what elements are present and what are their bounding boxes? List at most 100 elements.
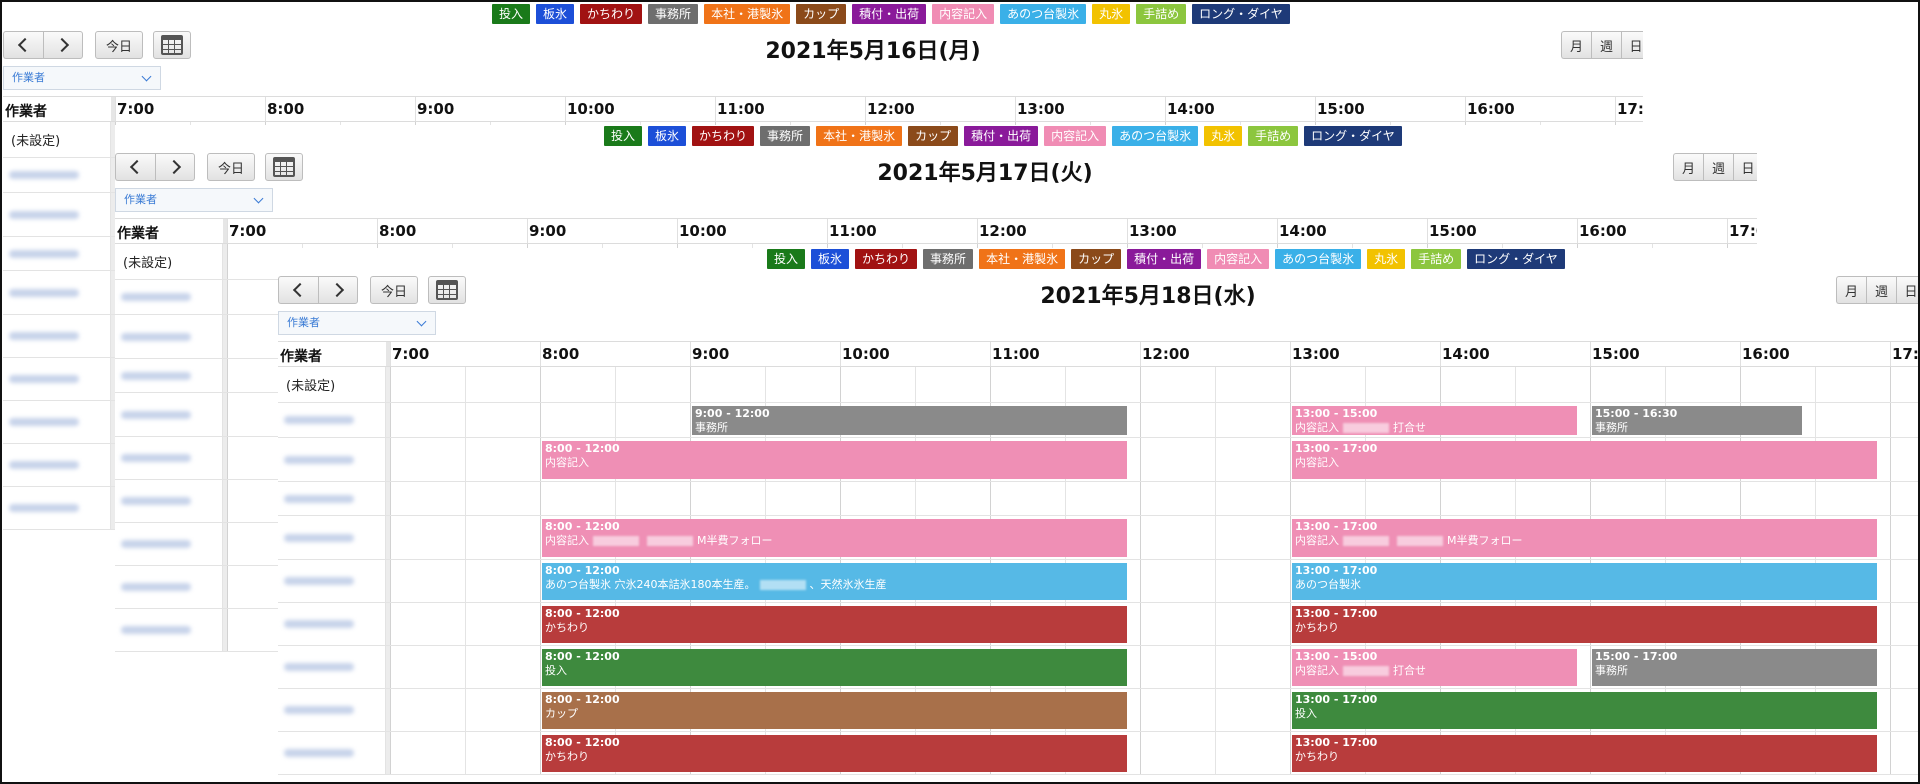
date-title: 2021年5月16日(月) (765, 39, 981, 64)
redacted-worker-name (121, 626, 191, 634)
hour-label: 15:00 (1429, 222, 1477, 240)
grid-line (1140, 438, 1141, 481)
resource-type-value: 作業者 (124, 193, 157, 206)
grid-line (390, 367, 391, 402)
prev-day-button[interactable] (115, 153, 155, 181)
schedule-event[interactable]: 13:00 - 17:00 内容記入 (1292, 441, 1877, 479)
resource-column-header: 作業者 (5, 104, 47, 120)
schedule-event[interactable]: 13:00 - 17:00 かちわり (1292, 606, 1877, 643)
schedule-event[interactable]: 13:00 - 15:00 内容記入 打合せ (1292, 406, 1577, 435)
view-button[interactable]: 月 (1673, 153, 1703, 181)
grid-line (1290, 560, 1291, 602)
schedule-event[interactable]: 13:00 - 17:00 内容記入 M半費フォロー (1292, 519, 1877, 557)
timeline-header: 作業者 7:00 8:00 9:00 10:00 11:00 12:00 13:00 14:0… (278, 341, 1920, 367)
schedule-event[interactable]: 8:00 - 12:00 かちわり (542, 735, 1127, 772)
event-description: カップ (545, 707, 578, 720)
chevron-right-icon (54, 37, 69, 53)
legend-chip: かちわり (580, 4, 643, 24)
next-day-button[interactable] (155, 153, 195, 181)
grid-line (1140, 482, 1141, 515)
grid-line (540, 689, 541, 731)
grid-line (540, 732, 541, 774)
redacted-text (1343, 536, 1389, 546)
hour-divider (865, 97, 866, 121)
event-description: かちわり (1295, 750, 1339, 763)
schedule-event[interactable]: 8:00 - 12:00 かちわり (542, 606, 1127, 643)
timeline-header: 作業者 7:00 8:00 9:00 10:00 11:00 12:00 13:00 14:0… (115, 218, 1757, 244)
event-note: M半費フォロー (697, 534, 773, 547)
hour-label: 8:00 (267, 100, 305, 118)
today-button[interactable]: 今日 (207, 153, 256, 181)
schedule-event[interactable]: 13:00 - 17:00 投入 (1292, 692, 1877, 729)
resource-type-select[interactable]: 作業者 (3, 66, 161, 90)
view-button[interactable]: 月 (1561, 31, 1591, 59)
event-time: 13:00 - 17:00 (1295, 442, 1378, 455)
view-button[interactable]: 日 (1896, 276, 1920, 304)
schedule-event[interactable]: 8:00 - 12:00 カップ (542, 692, 1127, 729)
chevron-left-icon (129, 159, 145, 175)
event-time: 13:00 - 17:00 (1295, 736, 1378, 749)
grid-line (765, 482, 766, 515)
grid-line (1890, 689, 1891, 731)
view-button[interactable]: 日 (1621, 31, 1643, 59)
redacted-worker-name (121, 371, 191, 380)
event-description: かちわり (1295, 621, 1339, 634)
date-picker-button[interactable] (153, 31, 192, 59)
resource-cell (3, 358, 111, 400)
schedule-event[interactable]: 13:00 - 17:00 あのつ台製氷 (1292, 563, 1877, 600)
resource-type-select[interactable]: 作業者 (115, 188, 273, 212)
view-button[interactable]: 週 (1866, 276, 1896, 304)
legend-chip: かちわり (692, 126, 755, 146)
redacted-worker-name (9, 249, 79, 258)
legend-chip: あのつ台製氷 (1000, 4, 1087, 24)
redacted-worker-name (284, 620, 354, 628)
grid-line (1215, 732, 1216, 774)
view-button[interactable]: 日 (1733, 153, 1757, 181)
resource-type-select[interactable]: 作業者 (278, 311, 436, 335)
chevron-right-icon (166, 159, 181, 175)
hour-divider (1890, 342, 1891, 366)
date-picker-button[interactable] (428, 276, 467, 304)
schedule-event[interactable]: 8:00 - 12:00 あのつ台製氷 穴氷240本詰氷180本生産。 、天然氷氷生… (542, 563, 1127, 600)
schedule-event[interactable]: 8:00 - 12:00 投入 (542, 649, 1127, 686)
schedule-event[interactable]: 8:00 - 12:00 内容記入 M半費フォロー (542, 519, 1127, 557)
view-button[interactable]: 月 (1836, 276, 1866, 304)
view-button[interactable]: 週 (1591, 31, 1621, 59)
schedule-event[interactable]: 13:00 - 15:00 内容記入 打合せ (1292, 649, 1577, 686)
next-day-button[interactable] (318, 276, 358, 304)
legend-chip: 板氷 (811, 249, 850, 269)
schedule-event[interactable]: 8:00 - 12:00 内容記入 (542, 441, 1127, 479)
view-button[interactable]: 週 (1703, 153, 1733, 181)
event-description: 投入 (1295, 707, 1317, 720)
schedule-event[interactable]: 15:00 - 17:00 事務所 (1592, 649, 1877, 686)
redacted-worker-name (9, 375, 79, 383)
resource-cell (278, 560, 386, 602)
grid-line (1290, 482, 1291, 515)
redacted-worker-name (9, 288, 79, 297)
schedule-event[interactable]: 9:00 - 12:00 事務所 (692, 406, 1127, 435)
grid-line (1290, 689, 1291, 731)
redacted-worker-name (284, 577, 354, 585)
resource-cell (115, 566, 223, 608)
legend-chip: かちわり (855, 249, 918, 269)
resource-cell (3, 444, 111, 486)
prev-day-button[interactable] (3, 31, 43, 59)
resource-cell (115, 393, 223, 436)
redacted-worker-name (121, 332, 191, 341)
grid-line (1740, 482, 1741, 515)
grid-line (227, 359, 228, 392)
schedule-event[interactable]: 13:00 - 17:00 かちわり (1292, 735, 1877, 772)
today-button[interactable]: 今日 (95, 31, 144, 59)
prev-day-button[interactable] (278, 276, 318, 304)
hour-label: 17:00 (1617, 100, 1643, 118)
legend-chip: 本社・港製氷 (979, 249, 1066, 269)
today-button[interactable]: 今日 (370, 276, 419, 304)
grid-line (465, 560, 466, 602)
next-day-button[interactable] (43, 31, 83, 59)
hour-label: 13:00 (1292, 345, 1340, 363)
hour-label: 11:00 (717, 100, 765, 118)
schedule-event[interactable]: 15:00 - 16:30 事務所 (1592, 406, 1802, 435)
date-picker-button[interactable] (265, 153, 304, 181)
grid-line (1290, 367, 1291, 402)
grid-line (227, 566, 228, 608)
